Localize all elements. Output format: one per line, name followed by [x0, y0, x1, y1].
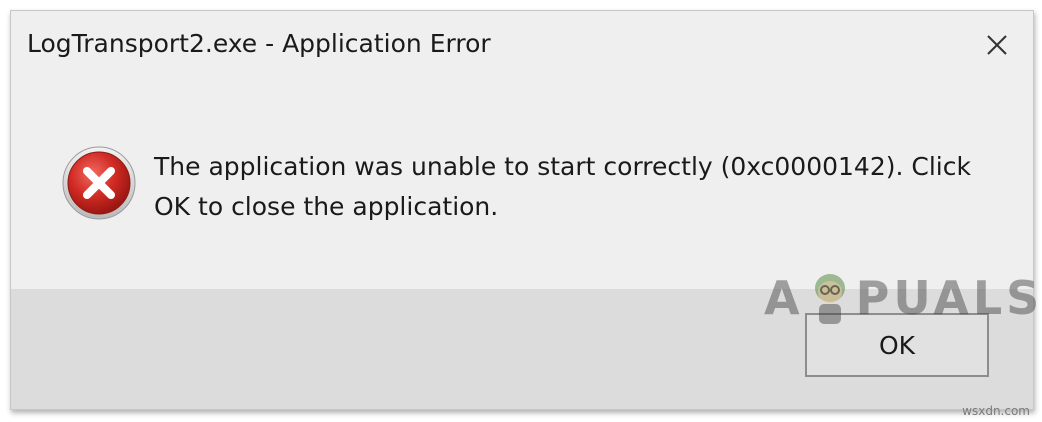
error-x-icon	[61, 145, 137, 221]
dialog-title: LogTransport2.exe - Application Error	[27, 29, 491, 58]
title-bar: LogTransport2.exe - Application Error	[11, 11, 1033, 81]
dialog-content: The application was unable to start corr…	[11, 81, 1033, 289]
site-watermark: wsxdn.com	[962, 404, 1030, 418]
error-dialog: LogTransport2.exe - Application Error Th…	[10, 10, 1034, 410]
error-message: The application was unable to start corr…	[154, 152, 971, 221]
ok-button[interactable]: OK	[805, 313, 989, 377]
close-icon[interactable]	[977, 25, 1017, 65]
button-bar: OK	[11, 289, 1033, 409]
